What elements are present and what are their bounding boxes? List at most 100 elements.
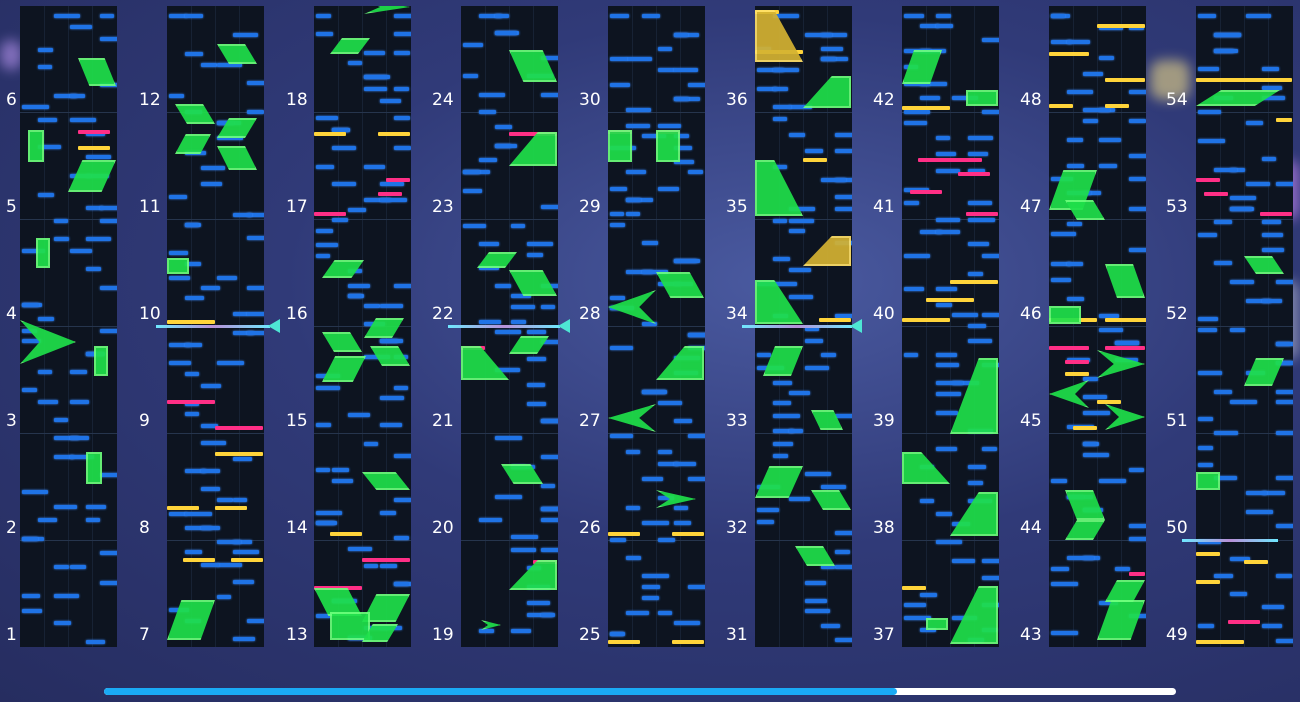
measure-number[interactable]: 35 — [726, 197, 748, 217]
measure-number[interactable]: 10 — [139, 304, 161, 324]
playhead-line[interactable] — [742, 325, 852, 328]
measure-number[interactable]: 3 — [6, 411, 17, 431]
measure-number[interactable]: 38 — [873, 518, 895, 538]
measure-number[interactable]: 7 — [139, 625, 150, 645]
tap-note — [610, 538, 626, 542]
slide-note — [167, 258, 189, 274]
tap-note — [789, 268, 811, 272]
measure-number[interactable]: 30 — [579, 90, 601, 110]
yellow-note — [1196, 580, 1220, 584]
measure-number[interactable]: 49 — [1166, 625, 1188, 645]
measure-number[interactable]: 9 — [139, 411, 150, 431]
measure-number[interactable]: 22 — [432, 304, 454, 324]
tap-note — [511, 305, 535, 309]
tap-note — [835, 207, 852, 211]
measure-number[interactable]: 37 — [873, 625, 895, 645]
tap-note — [217, 276, 237, 280]
measure-number[interactable]: 19 — [432, 625, 454, 645]
measure-number[interactable]: 52 — [1166, 304, 1188, 324]
tap-note — [380, 304, 403, 308]
playhead-line[interactable] — [156, 325, 270, 328]
measure-number[interactable]: 33 — [726, 411, 748, 431]
chart-column — [608, 6, 705, 647]
measure-number[interactable]: 5 — [6, 197, 17, 217]
measure-number[interactable]: 40 — [873, 304, 895, 324]
progress-bar-track[interactable] — [104, 688, 1176, 695]
tap-note — [100, 37, 117, 41]
measure-number[interactable]: 17 — [286, 197, 308, 217]
measure-number[interactable]: 11 — [139, 197, 161, 217]
tap-note — [22, 537, 38, 541]
tap-note — [463, 74, 478, 78]
measure-number[interactable]: 45 — [1020, 411, 1042, 431]
measure-number[interactable]: 16 — [286, 304, 308, 324]
measure-number[interactable]: 42 — [873, 90, 895, 110]
tap-note — [658, 124, 681, 128]
measure-number[interactable]: 14 — [286, 518, 308, 538]
measure-number[interactable]: 12 — [139, 90, 161, 110]
tap-note — [201, 63, 217, 67]
measure-number[interactable]: 43 — [1020, 625, 1042, 645]
measure-number[interactable]: 15 — [286, 411, 308, 431]
measure-number[interactable]: 25 — [579, 625, 601, 645]
tap-note — [1276, 342, 1291, 346]
tap-note — [674, 506, 688, 510]
measure-number[interactable]: 31 — [726, 625, 748, 645]
measure-number[interactable]: 39 — [873, 411, 895, 431]
measure-number[interactable]: 41 — [873, 197, 895, 217]
tap-note — [626, 506, 640, 510]
tap-note — [201, 526, 220, 530]
measure-number[interactable]: 18 — [286, 90, 308, 110]
pink-note — [1065, 360, 1089, 364]
measure-number[interactable]: 51 — [1166, 411, 1188, 431]
measure-number[interactable]: 24 — [432, 90, 454, 110]
measure-number[interactable]: 2 — [6, 518, 17, 538]
tap-note — [54, 621, 71, 625]
tap-note — [527, 253, 543, 257]
playhead-marker-icon[interactable] — [850, 319, 862, 333]
tap-note — [968, 136, 993, 140]
measure-number[interactable]: 47 — [1020, 197, 1042, 217]
tap-note — [1051, 232, 1076, 236]
tap-note — [936, 353, 957, 357]
measure-number[interactable]: 13 — [286, 625, 308, 645]
tap-note — [789, 229, 805, 233]
tap-note — [982, 110, 999, 114]
tap-note — [952, 559, 975, 563]
measure-number[interactable]: 36 — [726, 90, 748, 110]
playhead-line[interactable] — [448, 325, 560, 328]
tap-note — [610, 187, 627, 191]
measure-number[interactable]: 1 — [6, 625, 17, 645]
slide-note — [364, 6, 410, 14]
tap-note — [541, 419, 558, 423]
measure-number[interactable]: 21 — [432, 411, 454, 431]
measure-number[interactable]: 23 — [432, 197, 454, 217]
measure-number[interactable]: 6 — [6, 90, 17, 110]
measure-number[interactable]: 8 — [139, 518, 150, 538]
playhead-line[interactable] — [1182, 539, 1278, 542]
measure-number[interactable]: 44 — [1020, 518, 1042, 538]
measure-number[interactable]: 26 — [579, 518, 601, 538]
measure-number[interactable]: 20 — [432, 518, 454, 538]
measure-number[interactable]: 28 — [579, 304, 601, 324]
tap-note — [835, 149, 852, 153]
tap-note — [394, 582, 409, 586]
tap-note — [1115, 567, 1130, 571]
measure-number[interactable]: 29 — [579, 197, 601, 217]
measure-number[interactable]: 27 — [579, 411, 601, 431]
measure-number[interactable]: 34 — [726, 304, 748, 324]
measure-number[interactable]: 53 — [1166, 197, 1188, 217]
measure-number[interactable]: 50 — [1166, 518, 1188, 538]
measure-number[interactable]: 32 — [726, 518, 748, 538]
slide-note — [78, 58, 116, 86]
measure-number[interactable]: 4 — [6, 304, 17, 324]
measure-number[interactable]: 54 — [1166, 90, 1188, 110]
tap-note — [1276, 431, 1293, 435]
tap-note — [1198, 328, 1217, 332]
measure-number[interactable]: 46 — [1020, 304, 1042, 324]
tap-note — [1230, 196, 1256, 200]
measure-number[interactable]: 48 — [1020, 90, 1042, 110]
tap-note — [233, 312, 248, 316]
playhead-marker-icon[interactable] — [558, 319, 570, 333]
playhead-marker-icon[interactable] — [268, 319, 280, 333]
